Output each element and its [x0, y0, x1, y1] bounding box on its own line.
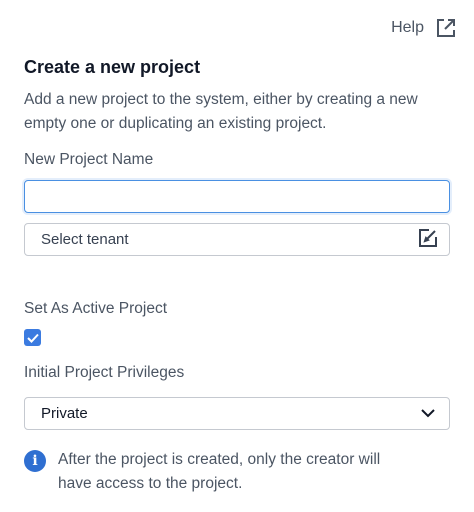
checkmark-icon	[26, 333, 39, 343]
help-link[interactable]: Help	[391, 18, 456, 38]
chevron-down-icon	[421, 405, 435, 422]
info-text: After the project is created, only the c…	[58, 451, 381, 492]
external-link-icon	[436, 18, 456, 38]
page-description: Add a new project to the system, either …	[24, 91, 418, 132]
privileges-label: Initial Project Privileges	[24, 364, 185, 381]
privileges-select[interactable]: Private	[24, 397, 450, 430]
tenant-placeholder: Select tenant	[41, 231, 129, 248]
edit-icon[interactable]	[417, 227, 439, 253]
privileges-value: Private	[41, 405, 88, 422]
help-label: Help	[391, 19, 424, 36]
project-name-label: New Project Name	[24, 151, 154, 168]
info-icon: i	[24, 450, 46, 472]
project-name-input[interactable]	[24, 180, 450, 213]
active-project-checkbox[interactable]	[24, 329, 41, 346]
active-project-label: Set As Active Project	[24, 300, 168, 317]
info-note: i After the project is created, only the…	[24, 448, 450, 496]
create-project-panel: Create a new project Add a new project t…	[24, 56, 450, 496]
tenant-select[interactable]: Select tenant	[24, 223, 450, 256]
page-title: Create a new project	[24, 57, 201, 77]
